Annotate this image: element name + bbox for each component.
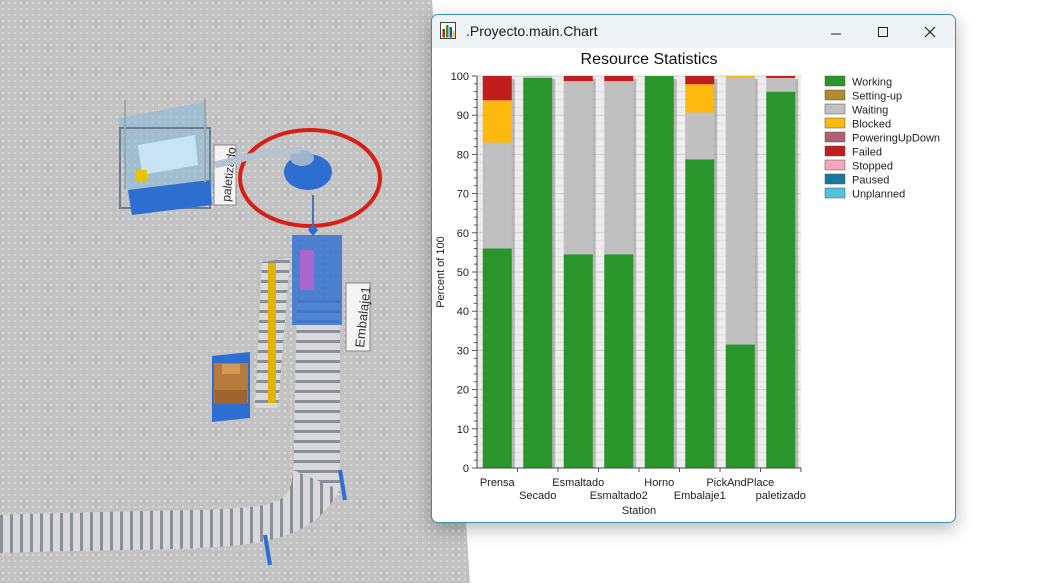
bar-segment-working xyxy=(685,159,715,468)
bar-segment-working xyxy=(766,91,796,469)
palletizer-station xyxy=(118,98,215,215)
legend-swatch-waiting xyxy=(824,103,846,115)
legend-label-poweringupdown: PoweringUpDown xyxy=(852,133,940,145)
bar-segment-waiting xyxy=(482,142,512,249)
legend-label-working: Working xyxy=(852,77,892,89)
x-tick-label: Esmaltado xyxy=(552,477,604,489)
bar-segment-working xyxy=(563,254,593,468)
legend-label-blocked: Blocked xyxy=(852,119,891,131)
legend-swatch-failed xyxy=(824,145,846,157)
y-tick-label: 10 xyxy=(457,424,469,436)
bar-segment-waiting xyxy=(604,81,634,255)
bar-segment-working xyxy=(725,344,755,468)
box-station xyxy=(212,352,250,422)
bar-segment-waiting xyxy=(685,112,715,160)
y-tick-label: 20 xyxy=(457,385,469,397)
legend-swatch-blocked xyxy=(824,117,846,129)
close-icon xyxy=(924,26,936,37)
bar-segment-blocked xyxy=(725,76,755,78)
legend-swatch-stopped xyxy=(824,159,846,171)
chart-window[interactable]: .Proyecto.main.Chart Resource Statistics… xyxy=(431,14,956,523)
maximize-icon xyxy=(878,26,888,37)
legend-swatch-unplanned xyxy=(824,187,846,199)
bar-segment-failed xyxy=(766,76,796,78)
y-tick-label: 100 xyxy=(451,71,469,83)
bar-segment-failed xyxy=(685,76,715,85)
bar-segment-waiting xyxy=(563,81,593,255)
close-button[interactable] xyxy=(907,15,953,48)
legend-label-setting-up: Setting-up xyxy=(852,91,902,103)
legend-swatch-working xyxy=(824,75,846,87)
legend-label-failed: Failed xyxy=(852,147,882,159)
y-tick-label: 0 xyxy=(463,463,469,475)
packing-label: Embalaje1 xyxy=(345,282,373,352)
bar-segment-working xyxy=(523,77,553,469)
legend-label-unplanned: Unplanned xyxy=(852,189,905,201)
x-tick-label: Esmaltado2 xyxy=(590,490,648,502)
maximize-button[interactable] xyxy=(860,15,906,48)
palletizer-label: paletizado xyxy=(213,144,239,206)
y-tick-label: 90 xyxy=(457,110,469,122)
window-titlebar[interactable]: .Proyecto.main.Chart xyxy=(432,15,955,48)
y-tick-label: 50 xyxy=(457,267,469,279)
factory-floor xyxy=(0,0,470,583)
chart-title: Resource Statistics xyxy=(581,51,718,68)
bar-segment-failed xyxy=(482,76,512,101)
legend-swatch-setting-up xyxy=(824,89,846,101)
bar-segment-failed xyxy=(563,76,593,82)
x-tick-label: PickAndPlace xyxy=(706,477,774,489)
bar-segment-working xyxy=(644,76,674,468)
y-tick-label: 60 xyxy=(457,228,469,240)
y-tick-label: 40 xyxy=(457,306,469,318)
bar-chart-icon xyxy=(440,22,456,39)
x-tick-label: Secado xyxy=(519,490,556,502)
y-tick-label: 30 xyxy=(457,345,469,357)
minimize-button[interactable] xyxy=(813,15,859,48)
y-tick-label: 80 xyxy=(457,149,469,161)
legend-label-waiting: Waiting xyxy=(852,105,888,117)
bar-segment-waiting xyxy=(766,77,796,92)
y-axis-label: Percent of 100 xyxy=(435,236,447,308)
x-tick-label: paletizado xyxy=(756,490,806,502)
y-tick-label: 70 xyxy=(457,189,469,201)
minimize-icon xyxy=(831,33,841,34)
legend-label-stopped: Stopped xyxy=(852,161,893,173)
resource-statistics-chart: Resource Statistics 0 10 20 30 40 50 60 70 80 90 10… xyxy=(435,51,940,517)
bar-segment-blocked xyxy=(685,84,715,113)
legend-swatch-poweringupdown xyxy=(824,131,846,143)
bar-segment-waiting xyxy=(725,77,755,345)
x-tick-label: Prensa xyxy=(480,477,516,489)
bar-segment-working xyxy=(604,254,634,468)
legend-label-paused: Paused xyxy=(852,175,889,187)
legend-swatch-paused xyxy=(824,173,846,185)
x-axis-label: Station xyxy=(622,505,656,517)
bar-segment-failed xyxy=(604,76,634,82)
x-tick-label: Embalaje1 xyxy=(674,490,726,502)
bar-segment-blocked xyxy=(482,100,512,143)
window-title: .Proyecto.main.Chart xyxy=(466,23,598,39)
bar-segment-waiting xyxy=(523,76,553,78)
x-tick-label: Horno xyxy=(644,477,674,489)
bar-segment-working xyxy=(482,248,512,468)
